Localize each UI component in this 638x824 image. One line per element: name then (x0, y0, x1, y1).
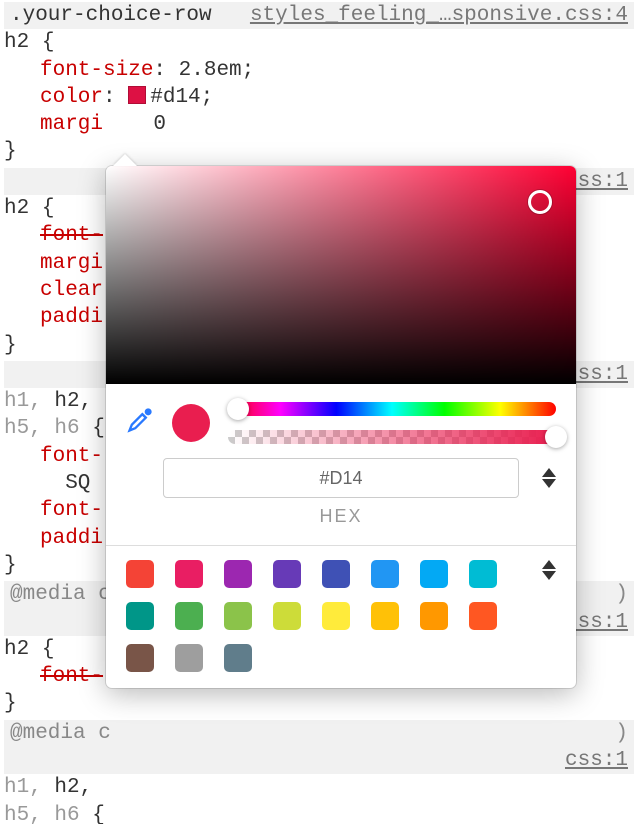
format-label: HEX (126, 506, 556, 527)
palette-swatch[interactable] (126, 560, 154, 588)
palette-swatch[interactable] (371, 560, 399, 588)
palette-swatch[interactable] (420, 560, 448, 588)
palette-swatch[interactable] (224, 560, 252, 588)
palette-swatch[interactable] (224, 602, 252, 630)
saturation-value-field[interactable] (106, 166, 576, 384)
rule-header: css:1 (4, 747, 634, 774)
chevron-down-icon[interactable] (542, 571, 556, 580)
palette-swatches (126, 560, 501, 672)
palette-swatch[interactable] (175, 560, 203, 588)
color-swatch-trigger[interactable] (128, 86, 146, 104)
code-line: margi 0 (4, 111, 634, 138)
hue-thumb[interactable] (227, 398, 249, 420)
code-line: h2 { (4, 29, 634, 56)
palette-swatch[interactable] (224, 644, 252, 672)
picker-controls (106, 384, 576, 458)
code-line: h5, h6 { (4, 802, 634, 824)
rule-source-link[interactable]: css:1 (565, 747, 628, 774)
palette-swatch[interactable] (175, 644, 203, 672)
palette-swatch[interactable] (322, 560, 350, 588)
rule-selector: .your-choice-row (10, 2, 212, 29)
code-line: h1, h2, (4, 774, 634, 801)
hue-slider[interactable] (228, 402, 556, 416)
palette-swatch[interactable] (126, 602, 154, 630)
code-line: } (4, 138, 634, 165)
palette-swatch[interactable] (469, 560, 497, 588)
palette-swatch[interactable] (273, 602, 301, 630)
rule-header: @media c ) (4, 720, 634, 747)
color-picker-popover: HEX (106, 166, 576, 688)
code-line: font-size: 2.8em; (4, 57, 634, 84)
rule-source-link[interactable]: styles_feeling_…sponsive.css:4 (250, 2, 628, 29)
palette-swatch[interactable] (420, 602, 448, 630)
chevron-up-icon[interactable] (542, 560, 556, 569)
popover-arrow (113, 154, 137, 166)
rule-header: .your-choice-row styles_feeling_…sponsiv… (4, 2, 634, 29)
palette-swatch[interactable] (273, 560, 301, 588)
eyedropper-button[interactable] (126, 406, 154, 440)
code-line: } (4, 690, 634, 717)
palette-swatch[interactable] (469, 602, 497, 630)
current-color-swatch (172, 404, 210, 442)
chevron-down-icon[interactable] (542, 479, 556, 488)
palette-swatch[interactable] (175, 602, 203, 630)
alpha-slider[interactable] (228, 430, 556, 444)
format-spinner[interactable] (542, 468, 556, 488)
hex-input[interactable] (163, 458, 519, 498)
chevron-up-icon[interactable] (542, 468, 556, 477)
palette-swatch[interactable] (371, 602, 399, 630)
code-line: color: #d14; (4, 84, 634, 111)
palette-swatch[interactable] (322, 602, 350, 630)
palette-swatch[interactable] (126, 644, 154, 672)
palette-spinner[interactable] (542, 560, 556, 580)
sv-cursor[interactable] (528, 190, 552, 214)
alpha-thumb[interactable] (545, 426, 567, 448)
